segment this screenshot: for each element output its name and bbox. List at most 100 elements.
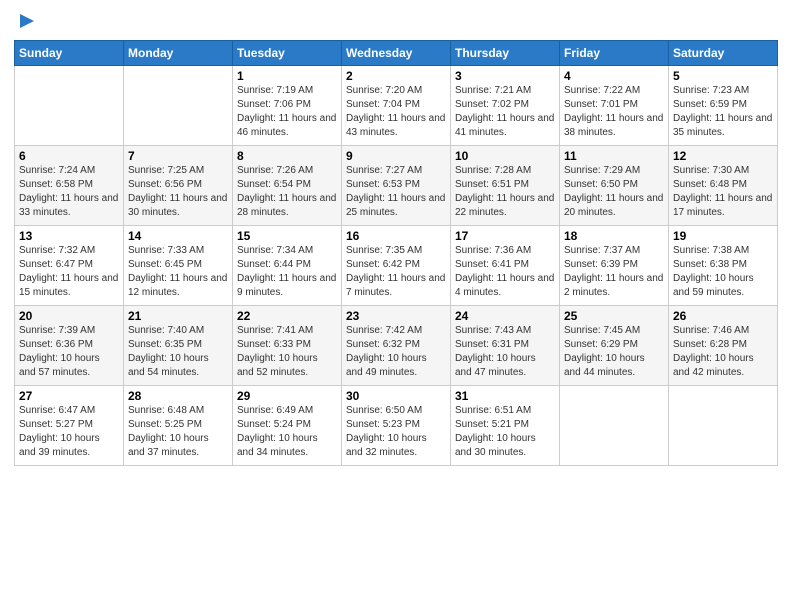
day-number: 29 bbox=[237, 389, 337, 403]
day-number: 20 bbox=[19, 309, 119, 323]
day-info: Sunrise: 7:24 AM Sunset: 6:58 PM Dayligh… bbox=[19, 164, 119, 220]
day-info: Sunrise: 6:47 AM Sunset: 5:27 PM Dayligh… bbox=[19, 404, 119, 460]
calendar-day-cell: 2Sunrise: 7:20 AM Sunset: 7:04 PM Daylig… bbox=[342, 66, 451, 146]
calendar-day-cell: 16Sunrise: 7:35 AM Sunset: 6:42 PM Dayli… bbox=[342, 226, 451, 306]
calendar-day-cell: 27Sunrise: 6:47 AM Sunset: 5:27 PM Dayli… bbox=[15, 386, 124, 466]
day-info: Sunrise: 7:20 AM Sunset: 7:04 PM Dayligh… bbox=[346, 84, 446, 140]
day-info: Sunrise: 7:28 AM Sunset: 6:51 PM Dayligh… bbox=[455, 164, 555, 220]
day-info: Sunrise: 7:37 AM Sunset: 6:39 PM Dayligh… bbox=[564, 244, 664, 300]
day-info: Sunrise: 7:35 AM Sunset: 6:42 PM Dayligh… bbox=[346, 244, 446, 300]
day-number: 13 bbox=[19, 229, 119, 243]
day-info: Sunrise: 7:33 AM Sunset: 6:45 PM Dayligh… bbox=[128, 244, 228, 300]
day-info: Sunrise: 7:43 AM Sunset: 6:31 PM Dayligh… bbox=[455, 324, 555, 380]
calendar-day-cell: 26Sunrise: 7:46 AM Sunset: 6:28 PM Dayli… bbox=[669, 306, 778, 386]
day-of-week-header: Sunday bbox=[15, 41, 124, 66]
day-info: Sunrise: 7:46 AM Sunset: 6:28 PM Dayligh… bbox=[673, 324, 773, 380]
day-number: 14 bbox=[128, 229, 228, 243]
calendar-day-cell: 6Sunrise: 7:24 AM Sunset: 6:58 PM Daylig… bbox=[15, 146, 124, 226]
day-number: 23 bbox=[346, 309, 446, 323]
calendar-week-row: 20Sunrise: 7:39 AM Sunset: 6:36 PM Dayli… bbox=[15, 306, 778, 386]
day-info: Sunrise: 7:34 AM Sunset: 6:44 PM Dayligh… bbox=[237, 244, 337, 300]
calendar-day-cell bbox=[124, 66, 233, 146]
calendar-day-cell: 14Sunrise: 7:33 AM Sunset: 6:45 PM Dayli… bbox=[124, 226, 233, 306]
calendar-day-cell: 23Sunrise: 7:42 AM Sunset: 6:32 PM Dayli… bbox=[342, 306, 451, 386]
calendar-day-cell: 18Sunrise: 7:37 AM Sunset: 6:39 PM Dayli… bbox=[560, 226, 669, 306]
calendar-day-cell bbox=[15, 66, 124, 146]
day-number: 7 bbox=[128, 149, 228, 163]
day-info: Sunrise: 6:51 AM Sunset: 5:21 PM Dayligh… bbox=[455, 404, 555, 460]
calendar-day-cell: 20Sunrise: 7:39 AM Sunset: 6:36 PM Dayli… bbox=[15, 306, 124, 386]
calendar-week-row: 27Sunrise: 6:47 AM Sunset: 5:27 PM Dayli… bbox=[15, 386, 778, 466]
calendar-day-cell: 3Sunrise: 7:21 AM Sunset: 7:02 PM Daylig… bbox=[451, 66, 560, 146]
day-info: Sunrise: 7:29 AM Sunset: 6:50 PM Dayligh… bbox=[564, 164, 664, 220]
day-number: 27 bbox=[19, 389, 119, 403]
day-info: Sunrise: 7:45 AM Sunset: 6:29 PM Dayligh… bbox=[564, 324, 664, 380]
day-info: Sunrise: 7:40 AM Sunset: 6:35 PM Dayligh… bbox=[128, 324, 228, 380]
page: SundayMondayTuesdayWednesdayThursdayFrid… bbox=[0, 0, 792, 612]
day-number: 2 bbox=[346, 69, 446, 83]
day-number: 26 bbox=[673, 309, 773, 323]
day-of-week-header: Monday bbox=[124, 41, 233, 66]
calendar-day-cell: 21Sunrise: 7:40 AM Sunset: 6:35 PM Dayli… bbox=[124, 306, 233, 386]
calendar-week-row: 1Sunrise: 7:19 AM Sunset: 7:06 PM Daylig… bbox=[15, 66, 778, 146]
day-number: 8 bbox=[237, 149, 337, 163]
day-info: Sunrise: 7:19 AM Sunset: 7:06 PM Dayligh… bbox=[237, 84, 337, 140]
logo-arrow-icon bbox=[16, 10, 38, 32]
calendar-week-row: 6Sunrise: 7:24 AM Sunset: 6:58 PM Daylig… bbox=[15, 146, 778, 226]
day-number: 25 bbox=[564, 309, 664, 323]
calendar-day-cell: 4Sunrise: 7:22 AM Sunset: 7:01 PM Daylig… bbox=[560, 66, 669, 146]
day-info: Sunrise: 6:48 AM Sunset: 5:25 PM Dayligh… bbox=[128, 404, 228, 460]
day-number: 6 bbox=[19, 149, 119, 163]
day-number: 28 bbox=[128, 389, 228, 403]
day-of-week-header: Friday bbox=[560, 41, 669, 66]
day-number: 16 bbox=[346, 229, 446, 243]
day-info: Sunrise: 7:39 AM Sunset: 6:36 PM Dayligh… bbox=[19, 324, 119, 380]
day-number: 1 bbox=[237, 69, 337, 83]
calendar-day-cell: 24Sunrise: 7:43 AM Sunset: 6:31 PM Dayli… bbox=[451, 306, 560, 386]
calendar-day-cell: 11Sunrise: 7:29 AM Sunset: 6:50 PM Dayli… bbox=[560, 146, 669, 226]
calendar-day-cell: 19Sunrise: 7:38 AM Sunset: 6:38 PM Dayli… bbox=[669, 226, 778, 306]
day-info: Sunrise: 7:23 AM Sunset: 6:59 PM Dayligh… bbox=[673, 84, 773, 140]
day-number: 22 bbox=[237, 309, 337, 323]
calendar-day-cell: 8Sunrise: 7:26 AM Sunset: 6:54 PM Daylig… bbox=[233, 146, 342, 226]
calendar-day-cell: 28Sunrise: 6:48 AM Sunset: 5:25 PM Dayli… bbox=[124, 386, 233, 466]
day-info: Sunrise: 7:25 AM Sunset: 6:56 PM Dayligh… bbox=[128, 164, 228, 220]
day-number: 21 bbox=[128, 309, 228, 323]
calendar-day-cell: 7Sunrise: 7:25 AM Sunset: 6:56 PM Daylig… bbox=[124, 146, 233, 226]
calendar-day-cell: 15Sunrise: 7:34 AM Sunset: 6:44 PM Dayli… bbox=[233, 226, 342, 306]
calendar-day-cell: 1Sunrise: 7:19 AM Sunset: 7:06 PM Daylig… bbox=[233, 66, 342, 146]
day-number: 18 bbox=[564, 229, 664, 243]
calendar-week-row: 13Sunrise: 7:32 AM Sunset: 6:47 PM Dayli… bbox=[15, 226, 778, 306]
calendar-day-cell: 17Sunrise: 7:36 AM Sunset: 6:41 PM Dayli… bbox=[451, 226, 560, 306]
day-of-week-header: Tuesday bbox=[233, 41, 342, 66]
day-number: 24 bbox=[455, 309, 555, 323]
logo bbox=[14, 10, 38, 32]
calendar-day-cell: 31Sunrise: 6:51 AM Sunset: 5:21 PM Dayli… bbox=[451, 386, 560, 466]
day-info: Sunrise: 7:41 AM Sunset: 6:33 PM Dayligh… bbox=[237, 324, 337, 380]
calendar-day-cell: 5Sunrise: 7:23 AM Sunset: 6:59 PM Daylig… bbox=[669, 66, 778, 146]
calendar-day-cell bbox=[560, 386, 669, 466]
day-number: 30 bbox=[346, 389, 446, 403]
day-of-week-header: Saturday bbox=[669, 41, 778, 66]
day-info: Sunrise: 7:42 AM Sunset: 6:32 PM Dayligh… bbox=[346, 324, 446, 380]
day-number: 3 bbox=[455, 69, 555, 83]
calendar-day-cell: 9Sunrise: 7:27 AM Sunset: 6:53 PM Daylig… bbox=[342, 146, 451, 226]
calendar-day-cell: 10Sunrise: 7:28 AM Sunset: 6:51 PM Dayli… bbox=[451, 146, 560, 226]
day-number: 12 bbox=[673, 149, 773, 163]
day-number: 17 bbox=[455, 229, 555, 243]
day-number: 4 bbox=[564, 69, 664, 83]
calendar-table: SundayMondayTuesdayWednesdayThursdayFrid… bbox=[14, 40, 778, 466]
day-info: Sunrise: 7:27 AM Sunset: 6:53 PM Dayligh… bbox=[346, 164, 446, 220]
calendar-day-cell bbox=[669, 386, 778, 466]
day-number: 19 bbox=[673, 229, 773, 243]
day-number: 5 bbox=[673, 69, 773, 83]
day-number: 11 bbox=[564, 149, 664, 163]
day-of-week-header: Wednesday bbox=[342, 41, 451, 66]
day-info: Sunrise: 7:22 AM Sunset: 7:01 PM Dayligh… bbox=[564, 84, 664, 140]
day-number: 31 bbox=[455, 389, 555, 403]
day-of-week-header: Thursday bbox=[451, 41, 560, 66]
day-number: 15 bbox=[237, 229, 337, 243]
calendar-day-cell: 13Sunrise: 7:32 AM Sunset: 6:47 PM Dayli… bbox=[15, 226, 124, 306]
calendar-day-cell: 29Sunrise: 6:49 AM Sunset: 5:24 PM Dayli… bbox=[233, 386, 342, 466]
calendar-day-cell: 12Sunrise: 7:30 AM Sunset: 6:48 PM Dayli… bbox=[669, 146, 778, 226]
